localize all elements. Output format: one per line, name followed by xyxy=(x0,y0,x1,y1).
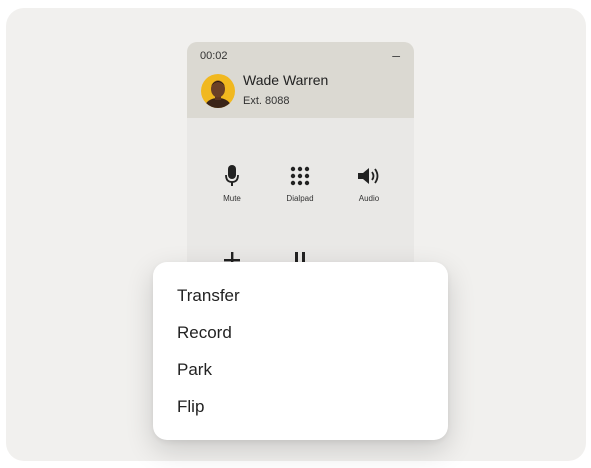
speaker-icon xyxy=(358,168,379,184)
menu-item-park[interactable]: Park xyxy=(177,360,212,380)
mute-button[interactable]: Mute xyxy=(202,162,262,203)
caller-name: Wade Warren xyxy=(243,72,329,88)
call-timer: 00:02 xyxy=(200,50,228,62)
menu-item-flip[interactable]: Flip xyxy=(177,397,204,417)
minimize-button[interactable]: – xyxy=(392,48,400,62)
menu-item-record[interactable]: Record xyxy=(177,323,232,343)
menu-item-transfer[interactable]: Transfer xyxy=(177,286,240,306)
caller-extension: Ext. 8088 xyxy=(243,95,290,107)
avatar xyxy=(201,74,235,108)
call-header: 00:02 – Wade Warren Ext. 8088 xyxy=(187,42,414,118)
microphone-icon xyxy=(225,165,239,186)
audio-button[interactable]: Audio xyxy=(339,162,399,203)
dialpad-button[interactable]: Dialpad xyxy=(270,162,330,203)
person-icon xyxy=(205,80,231,108)
audio-label: Audio xyxy=(358,194,380,203)
mute-label: Mute xyxy=(223,194,241,203)
dialpad-label: Dialpad xyxy=(286,194,314,203)
dialpad-icon xyxy=(290,166,310,186)
more-options-menu: Transfer Record Park Flip xyxy=(153,262,448,440)
